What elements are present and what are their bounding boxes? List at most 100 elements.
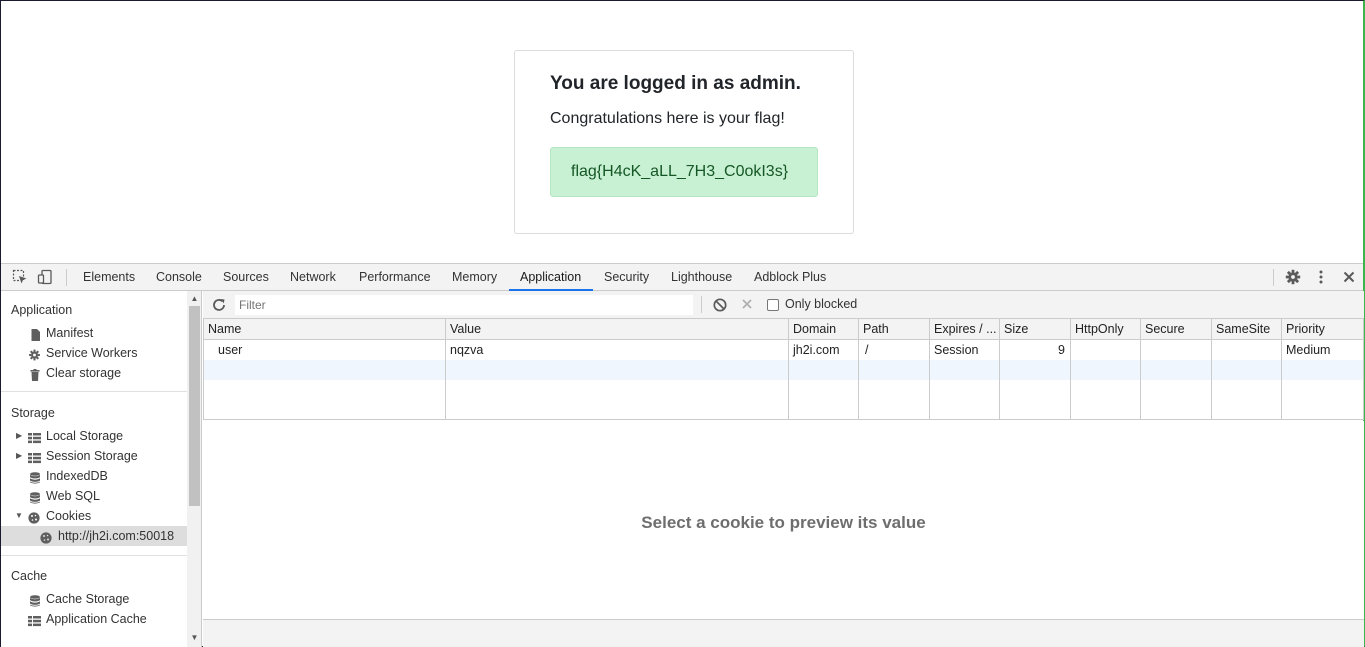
cell-domain: jh2i.com xyxy=(793,343,840,357)
cell-size: 9 xyxy=(1058,343,1065,357)
tab-security[interactable]: Security xyxy=(593,264,660,291)
cell-value: nqzva xyxy=(450,343,484,357)
sidebar-item-label: Web SQL xyxy=(46,489,100,503)
heading-suffix: . xyxy=(795,73,801,94)
sidebar-item-cookie-origin[interactable]: http://jh2i.com:50018 xyxy=(1,526,187,546)
tab-elements[interactable]: Elements xyxy=(72,264,146,291)
tab-application[interactable]: Application xyxy=(509,264,593,291)
column-divider[interactable] xyxy=(445,319,446,419)
scrollbar-thumb[interactable] xyxy=(189,306,200,506)
cell-name: user xyxy=(218,343,243,357)
sidebar-item-label: Service Workers xyxy=(46,346,138,360)
scroll-up-arrow-icon[interactable]: ▲ xyxy=(187,293,201,305)
tab-memory[interactable]: Memory xyxy=(441,264,508,291)
sidebar-item-indexeddb[interactable]: IndexedDB xyxy=(1,466,187,486)
scroll-down-arrow-icon[interactable]: ▼ xyxy=(187,632,201,644)
cookie-icon xyxy=(40,530,53,544)
settings-gear-icon[interactable] xyxy=(1285,269,1301,285)
preview-placeholder-text: Select a cookie to preview its value xyxy=(641,513,926,532)
devtools-tab-bar: Elements Console Sources Network Perform… xyxy=(1,263,1363,291)
tab-network[interactable]: Network xyxy=(279,264,347,291)
sidebar-section-cache: Cache xyxy=(11,569,48,583)
sidebar-item-label: Cache Storage xyxy=(46,592,130,606)
expand-arrow-icon[interactable]: ▶ xyxy=(16,446,22,466)
tab-bar-right-divider xyxy=(1273,269,1274,286)
page-viewport: You are logged in as admin. Congratulati… xyxy=(0,0,1365,263)
column-header-path[interactable]: Path xyxy=(859,319,930,340)
sidebar-divider xyxy=(1,391,187,392)
application-sidebar: Application Manifest Service Workers Cle… xyxy=(1,291,202,647)
table-header: Name Value Domain Path Expires / ... Siz… xyxy=(204,319,1363,340)
column-header-size[interactable]: Size xyxy=(1000,319,1071,340)
column-divider[interactable] xyxy=(1211,319,1212,419)
column-divider[interactable] xyxy=(1281,319,1282,419)
column-header-expires[interactable]: Expires / ... xyxy=(930,319,1000,340)
logged-in-heading: You are logged in as admin. xyxy=(550,73,801,95)
inspect-element-icon[interactable] xyxy=(12,269,28,285)
grid-icon xyxy=(28,430,41,444)
column-divider[interactable] xyxy=(929,319,930,419)
column-header-value[interactable]: Value xyxy=(446,319,789,340)
sidebar-item-manifest[interactable]: Manifest xyxy=(1,323,187,343)
only-blocked-label: Only blocked xyxy=(785,297,858,311)
heading-username: admin xyxy=(739,73,796,94)
cookie-preview-pane: Select a cookie to preview its value xyxy=(203,421,1364,619)
sidebar-item-label: Application Cache xyxy=(46,612,147,626)
sidebar-item-label: Manifest xyxy=(46,326,94,340)
cell-priority: Medium xyxy=(1286,343,1331,357)
clear-all-cookies-icon[interactable] xyxy=(712,297,728,313)
cell-httponly xyxy=(1071,340,1141,360)
sidebar-item-cookies[interactable]: ▼ Cookies xyxy=(1,506,187,526)
tab-performance[interactable]: Performance xyxy=(348,264,442,291)
only-blocked-checkbox[interactable] xyxy=(767,299,779,311)
column-divider[interactable] xyxy=(1140,319,1141,419)
column-divider[interactable] xyxy=(999,319,1000,419)
sidebar-item-local-storage[interactable]: ▶ Local Storage xyxy=(1,426,187,446)
sidebar-item-web-sql[interactable]: Web SQL xyxy=(1,486,187,506)
column-divider[interactable] xyxy=(858,319,859,419)
column-header-samesite[interactable]: SameSite xyxy=(1212,319,1282,340)
column-header-name[interactable]: Name xyxy=(204,319,446,340)
tab-sources[interactable]: Sources xyxy=(212,264,280,291)
grid-icon xyxy=(28,613,41,627)
expand-arrow-icon[interactable]: ▶ xyxy=(16,426,22,446)
collapse-arrow-icon[interactable]: ▼ xyxy=(15,506,23,526)
column-header-priority[interactable]: Priority xyxy=(1282,319,1363,340)
refresh-icon[interactable] xyxy=(211,297,227,313)
sidebar-scrollbar[interactable]: ▲ ▼ xyxy=(187,291,201,647)
preview-status-bar xyxy=(203,619,1364,647)
sidebar-item-application-cache[interactable]: Application Cache xyxy=(1,609,187,629)
close-devtools-icon[interactable] xyxy=(1341,269,1357,285)
column-divider[interactable] xyxy=(788,319,789,419)
delete-selected-icon[interactable] xyxy=(740,296,754,312)
filter-input[interactable] xyxy=(235,295,693,315)
column-header-domain[interactable]: Domain xyxy=(789,319,859,340)
sidebar-item-service-workers[interactable]: Service Workers xyxy=(1,343,187,363)
tab-lighthouse[interactable]: Lighthouse xyxy=(660,264,743,291)
table-row-empty[interactable] xyxy=(204,360,1363,380)
device-toolbar-icon[interactable] xyxy=(37,269,53,285)
sidebar-divider xyxy=(1,555,187,556)
cookie-icon xyxy=(28,510,41,524)
tab-adblock-plus[interactable]: Adblock Plus xyxy=(743,264,837,291)
heading-prefix: You are logged in as xyxy=(550,73,740,94)
sidebar-item-clear-storage[interactable]: Clear storage xyxy=(1,363,187,383)
sidebar-item-label: Local Storage xyxy=(46,429,124,443)
sidebar-item-session-storage[interactable]: ▶ Session Storage xyxy=(1,446,187,466)
more-options-icon[interactable] xyxy=(1313,269,1329,285)
column-header-secure[interactable]: Secure xyxy=(1141,319,1212,340)
database-icon xyxy=(29,593,42,607)
sidebar-item-cache-storage[interactable]: Cache Storage xyxy=(1,589,187,609)
devtools-panel: Elements Console Sources Network Perform… xyxy=(0,263,1365,647)
login-card: You are logged in as admin. Congratulati… xyxy=(514,50,854,234)
congrats-text: Congratulations here is your flag! xyxy=(550,110,785,127)
cookies-table: Name Value Domain Path Expires / ... Siz… xyxy=(203,319,1364,420)
cell-secure xyxy=(1141,340,1212,360)
sidebar-item-label: Cookies xyxy=(46,509,92,523)
column-header-httponly[interactable]: HttpOnly xyxy=(1071,319,1141,340)
column-divider[interactable] xyxy=(1070,319,1071,419)
table-row[interactable]: user nqzva jh2i.com / Session 9 Medium xyxy=(204,340,1363,360)
tab-bar-divider xyxy=(66,269,67,286)
tab-console[interactable]: Console xyxy=(145,264,213,291)
cookies-panel: Only blocked Name Value Domain Path Expi… xyxy=(203,291,1364,647)
